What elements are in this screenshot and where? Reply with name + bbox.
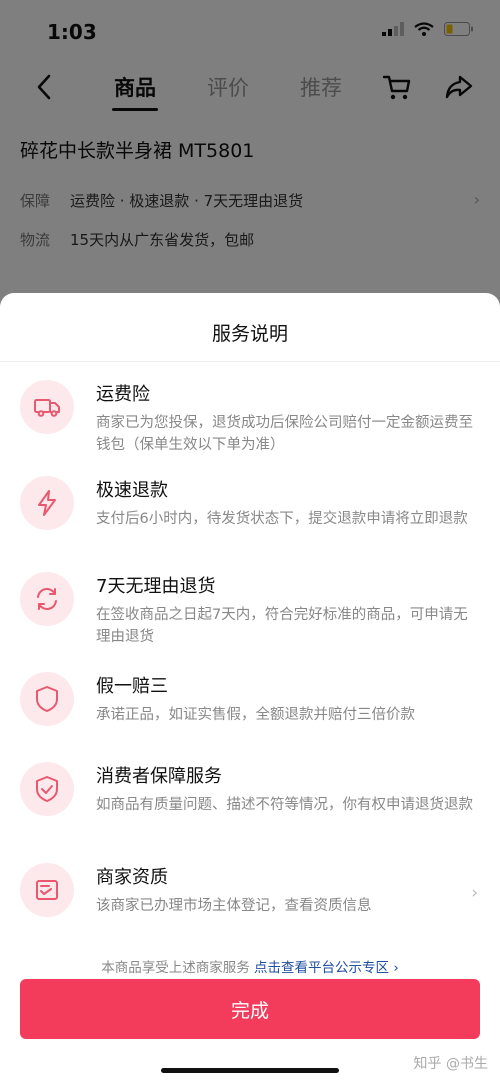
refresh-icon: [20, 572, 74, 626]
service-desc: 该商家已办理市场主体登记，查看资质信息: [96, 898, 372, 914]
service-name: 消费者保障服务: [96, 766, 222, 787]
truck-icon: [20, 380, 74, 434]
service-sheet: 服务说明 运费险 商家已为您投保，退货成功后保险公司赔付一定金额运费至钱包（保单…: [0, 293, 500, 1082]
service-name: 运费险: [96, 384, 150, 405]
lightning-icon: [20, 476, 74, 530]
watermark: 知乎 @书生: [413, 1056, 488, 1072]
license-icon: [20, 863, 74, 917]
footer-note: 本商品享受上述商家服务 点击查看平台公示专区 ›: [0, 956, 500, 976]
service-name: 商家资质: [96, 867, 168, 888]
shield-icon: [20, 672, 74, 726]
service-desc: 如商品有质量问题、描述不符等情况，你有权申请退货退款: [96, 797, 473, 813]
service-desc: 承诺正品，如证实售假，全额退款并赔付三倍价款: [96, 707, 415, 723]
divider: [0, 361, 500, 362]
done-button[interactable]: 完成: [20, 979, 480, 1039]
service-name: 假一赔三: [96, 676, 168, 697]
service-name: 极速退款: [96, 480, 168, 501]
platform-notice-link[interactable]: 点击查看平台公示专区 ›: [254, 960, 399, 976]
service-desc: 商家已为您投保，退货成功后保险公司赔付一定金额运费至钱包（保单生效以下单为准）: [96, 415, 473, 453]
shield-check-icon: [20, 762, 74, 816]
sheet-title: 服务说明: [211, 323, 288, 345]
service-desc: 在签收商品之日起7天内，符合完好标准的商品，可申请无理由退货: [96, 607, 468, 645]
service-name: 7天无理由退货: [96, 576, 216, 597]
home-indicator: [161, 1068, 339, 1073]
footer-text: 本商品享受上述商家服务: [101, 960, 250, 976]
service-desc: 支付后6小时内，待发货状态下，提交退款申请将立即退款: [96, 511, 468, 527]
chevron-right-icon: ›: [471, 883, 478, 903]
